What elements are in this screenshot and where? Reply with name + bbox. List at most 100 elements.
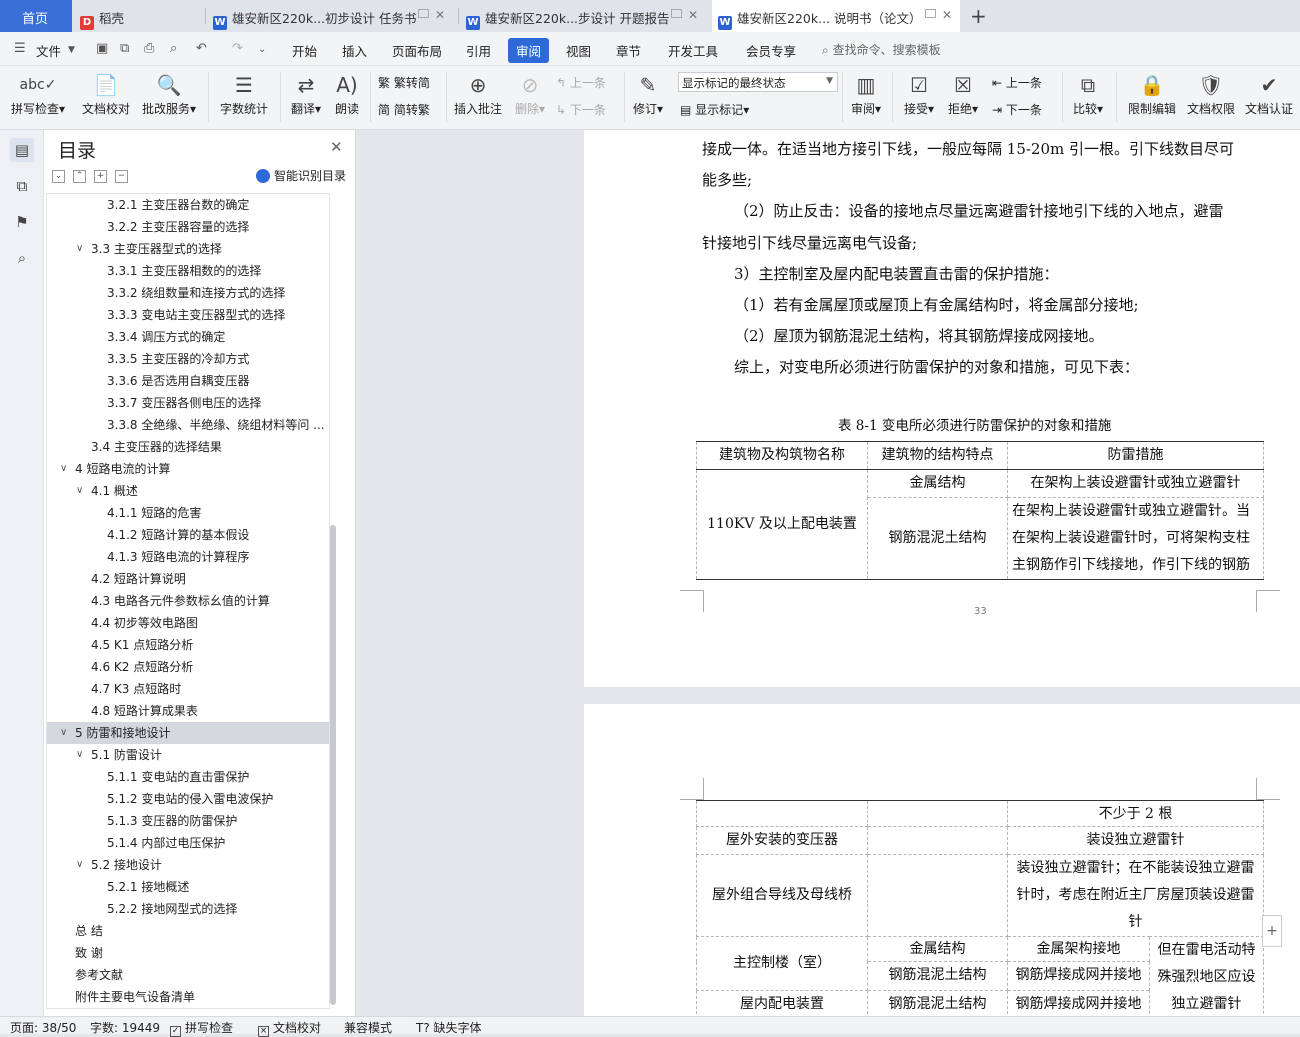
translate-button[interactable]: ⇄ 翻译▾ <box>286 70 326 117</box>
toc-item[interactable]: 3.3.4 调压方式的确定 <box>47 326 329 348</box>
pages-icon[interactable]: ⧉ <box>10 174 34 198</box>
undo-icon[interactable]: ↶ <box>196 41 207 56</box>
tab-proposal[interactable]: W 雄安新区220k...步设计 开题报告 ✕ <box>466 0 706 32</box>
toc-item[interactable]: 4.5 K1 点短路分析 <box>47 634 329 656</box>
menu-reference[interactable]: 引用 <box>466 41 491 60</box>
insert-comment-button[interactable]: ⊕ 插入批注 <box>452 70 504 117</box>
toc-item[interactable]: 4.7 K3 点短路时 <box>47 678 329 700</box>
review-pane-button[interactable]: ▥ 审阅▾ <box>846 70 886 117</box>
toc-item[interactable]: ∨ 3.3 主变压器型式的选择 <box>47 238 329 260</box>
command-search[interactable]: ⌕ 查找命令、搜索模板 <box>822 41 941 58</box>
chevron-down-icon[interactable]: ∨ <box>60 722 67 744</box>
chevron-down-icon[interactable]: ▼ <box>68 45 75 55</box>
status-spell-check[interactable]: ✓ 拼写检查 <box>170 1019 233 1037</box>
close-icon[interactable]: ✕ <box>330 138 343 156</box>
chevron-down-icon[interactable]: ∨ <box>76 480 83 502</box>
smart-toc-button[interactable]: 智能识别目录 <box>256 167 346 184</box>
compare-button[interactable]: ⧉ 比较▾ <box>1068 70 1108 117</box>
toc-item[interactable]: 4.8 短路计算成果表 <box>47 700 329 722</box>
review-service-button[interactable]: 🔍 批改服务▾ <box>138 70 200 117</box>
toc-item[interactable]: 5.1.1 变电站的直击雷保护 <box>47 766 329 788</box>
word-count[interactable]: 字数: 19449 <box>90 1019 160 1036</box>
toc-item[interactable]: 3.2.2 主变压器容量的选择 <box>47 216 329 238</box>
toc-item[interactable]: 3.3.5 主变压器的冷却方式 <box>47 348 329 370</box>
proofread-button[interactable]: 📄 文档校对 <box>78 70 134 117</box>
toc-item[interactable]: 3.3.1 主变压器相数的的选择 <box>47 260 329 282</box>
hamburger-icon[interactable]: ☰ <box>14 41 26 56</box>
add-level-icon[interactable]: + <box>94 170 107 183</box>
track-changes-button[interactable]: ✎ 修订▾ <box>630 70 666 117</box>
toc-item[interactable]: ∨ 5.1 防雷设计 <box>47 744 329 766</box>
toc-item[interactable]: 附件主要电气设备清单 <box>47 986 329 1008</box>
trad-to-simp-button[interactable]: 繁 繁转简 <box>378 74 430 91</box>
toc-item[interactable]: 3.2.1 主变压器台数的确定 <box>47 194 329 216</box>
expand-panel-button[interactable]: + <box>1262 915 1282 947</box>
chevron-down-icon[interactable]: ∨ <box>76 238 83 260</box>
toc-item[interactable]: 3.3.6 是否选用自耦变压器 <box>47 370 329 392</box>
menu-insert[interactable]: 插入 <box>342 41 367 60</box>
toc-scrollbar[interactable] <box>330 525 336 1005</box>
toc-item[interactable]: 4.6 K2 点短路分析 <box>47 656 329 678</box>
toc-item[interactable]: 4.3 电路各元件参数标幺值的计算 <box>47 590 329 612</box>
delete-comment-button[interactable]: ⊘ 删除▾ <box>510 70 550 117</box>
next-comment-button[interactable]: ↳ 下一条 <box>556 101 606 118</box>
bookmark-icon[interactable]: ⚑ <box>10 210 34 234</box>
remove-level-icon[interactable]: − <box>115 170 128 183</box>
tab-home[interactable]: 首页 <box>0 0 72 32</box>
menu-start[interactable]: 开始 <box>292 41 317 60</box>
reject-button[interactable]: ☒ 拒绝▾ <box>944 70 982 117</box>
simp-to-trad-button[interactable]: 简 简转繁 <box>378 101 430 118</box>
chevron-down-icon[interactable]: ∨ <box>60 458 67 480</box>
toc-item[interactable]: 5.1.3 变压器的防雷保护 <box>47 810 329 832</box>
markup-state-select[interactable]: 显示标记的最终状态 ▼ <box>678 72 838 92</box>
redo-icon[interactable]: ↷ <box>232 41 243 56</box>
toc-item[interactable]: ∨ 5 防雷和接地设计 <box>47 722 329 744</box>
toc-item[interactable]: 3.3.8 全绝缘、半绝缘、绕组材料等问 ... <box>47 414 329 436</box>
toc-item[interactable]: 参考文献 <box>47 964 329 986</box>
toc-icon[interactable]: ▤ <box>10 138 34 162</box>
document-area[interactable]: 接成一体。在适当地方接引下线，一般应每隔 15-20m 引一根。引下线数目尽可 … <box>356 130 1300 1016</box>
save-icon[interactable]: ▣ <box>96 41 108 56</box>
menu-member[interactable]: 会员专享 <box>746 41 796 60</box>
word-count-button[interactable]: ☰ 字数统计 <box>216 70 272 117</box>
doc-certify-button[interactable]: ✔ 文档认证 <box>1242 70 1296 117</box>
toc-item[interactable]: 4.4 初步等效电路图 <box>47 612 329 634</box>
toc-item[interactable]: 5.2.1 接地概述 <box>47 876 329 898</box>
show-markup-button[interactable]: ▤ 显示标记▾ <box>680 101 749 118</box>
next-change-button[interactable]: ⇥ 下一条 <box>992 101 1042 118</box>
status-proofread[interactable]: × 文档校对 <box>258 1019 321 1037</box>
customize-icon[interactable]: ⌄ <box>258 44 266 55</box>
doc-permission-button[interactable]: 🛡 文档权限 <box>1184 70 1238 117</box>
menu-developer[interactable]: 开发工具 <box>668 41 718 60</box>
toc-item[interactable]: 3.3.2 绕组数量和连接方式的选择 <box>47 282 329 304</box>
prev-comment-button[interactable]: ↰ 上一条 <box>556 74 606 91</box>
print-preview-icon[interactable]: ⌕ <box>170 41 177 56</box>
toc-item[interactable]: 4.1.3 短路电流的计算程序 <box>47 546 329 568</box>
chevron-down-icon[interactable]: ∨ <box>76 854 83 876</box>
menu-file[interactable]: 文件 <box>36 41 61 60</box>
toc-item[interactable]: 3.4 主变压器的选择结果 <box>47 436 329 458</box>
tab-task-book[interactable]: W 雄安新区220k...初步设计 任务书 ✕ <box>213 0 453 32</box>
menu-chapter[interactable]: 章节 <box>616 41 641 60</box>
toc-item[interactable]: 3.3.3 变电站主变压器型式的选择 <box>47 304 329 326</box>
toc-item[interactable]: 5.1.2 变电站的侵入雷电波保护 <box>47 788 329 810</box>
tab-docer[interactable]: D 稻壳 <box>80 0 200 32</box>
export-icon[interactable]: ⧉ <box>120 41 129 56</box>
toc-item[interactable]: 4.2 短路计算说明 <box>47 568 329 590</box>
toc-item[interactable]: 3.3.7 变压器各侧电压的选择 <box>47 392 329 414</box>
menu-layout[interactable]: 页面布局 <box>392 41 442 60</box>
menu-view[interactable]: 视图 <box>566 41 591 60</box>
menu-review[interactable]: 审阅 <box>508 38 550 63</box>
accept-button[interactable]: ☑ 接受▾ <box>900 70 938 117</box>
toc-item[interactable]: 致 谢 <box>47 942 329 964</box>
restrict-edit-button[interactable]: 🔒 限制编辑 <box>1124 70 1180 117</box>
toc-item[interactable]: ∨ 4 短路电流的计算 <box>47 458 329 480</box>
collapse-all-icon[interactable]: ⌃ <box>73 170 86 183</box>
toc-item[interactable]: ∨ 5.2 接地设计 <box>47 854 329 876</box>
tab-thesis[interactable]: W 雄安新区220k... 说明书（论文） ✕ <box>712 0 960 32</box>
read-aloud-button[interactable]: A) 朗读 <box>330 70 364 117</box>
page-indicator[interactable]: 页面: 38/50 <box>10 1019 76 1036</box>
close-icon[interactable]: ✕ <box>942 8 952 22</box>
close-icon[interactable]: ✕ <box>435 8 445 22</box>
toc-item[interactable]: 5.1.4 内部过电压保护 <box>47 832 329 854</box>
